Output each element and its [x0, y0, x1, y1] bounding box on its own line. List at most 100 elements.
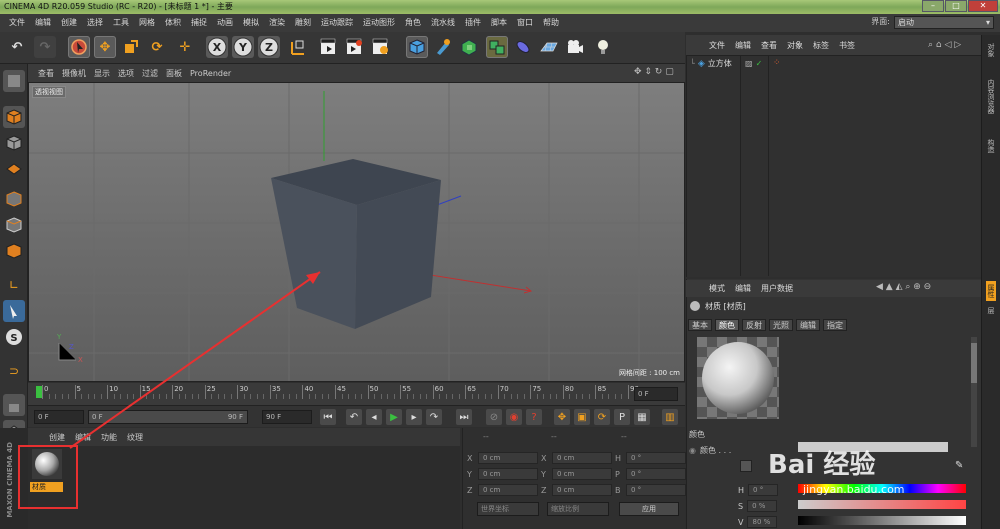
- frame-range-slider[interactable]: 0 F 90 F: [88, 410, 248, 424]
- attribute-menu-item[interactable]: 模式: [704, 283, 730, 294]
- viewport-nav-icons[interactable]: ✥ ⇕ ↻ ▢: [634, 67, 674, 77]
- menu-item[interactable]: 窗口: [512, 14, 538, 32]
- lock-workplane-icon[interactable]: [3, 394, 25, 416]
- play-icon[interactable]: ▶: [386, 409, 402, 425]
- attribute-menu-item[interactable]: 编辑: [730, 283, 756, 294]
- maximize-button[interactable]: □: [945, 0, 967, 12]
- key-rotate-icon[interactable]: ⟳: [594, 409, 610, 425]
- attribute-tab[interactable]: 颜色: [715, 319, 739, 331]
- attribute-tab[interactable]: 指定: [823, 319, 847, 331]
- magnet-icon[interactable]: ⊃: [3, 360, 25, 382]
- object-flags[interactable]: ▨ ✓: [745, 59, 762, 68]
- viewport-menu-item[interactable]: 选项: [114, 68, 138, 79]
- menu-item[interactable]: 帮助: [538, 14, 564, 32]
- pos-x-field[interactable]: 0 cm: [478, 452, 538, 464]
- tweak-mode-icon[interactable]: [3, 300, 25, 322]
- scale-icon[interactable]: [120, 36, 142, 58]
- model-mode-icon[interactable]: [3, 106, 25, 128]
- points-mode-icon[interactable]: [3, 188, 25, 210]
- coord-scale-select[interactable]: 缩放比例: [547, 502, 609, 516]
- key-pla-icon[interactable]: ▦: [634, 409, 650, 425]
- goto-start-icon[interactable]: ⏮: [320, 409, 336, 425]
- texture-mode-icon[interactable]: [3, 132, 25, 154]
- menu-item[interactable]: 文件: [4, 14, 30, 32]
- auto-key-icon[interactable]: ?: [526, 409, 542, 425]
- size-z-field[interactable]: 0 cm: [552, 484, 612, 496]
- menu-item[interactable]: 选择: [82, 14, 108, 32]
- render-view-icon[interactable]: [318, 36, 340, 58]
- menu-item[interactable]: 动画: [212, 14, 238, 32]
- menu-item[interactable]: 脚本: [486, 14, 512, 32]
- object-menu-item[interactable]: 书签: [834, 40, 860, 51]
- pen-icon[interactable]: [432, 36, 454, 58]
- saturation-slider[interactable]: [798, 500, 966, 509]
- attribute-tab[interactable]: 反射: [742, 319, 766, 331]
- layout-select[interactable]: 启动 ▾: [894, 16, 994, 29]
- subdivision-icon[interactable]: [458, 36, 480, 58]
- pos-y-field[interactable]: 0 cm: [478, 468, 538, 480]
- key-scale-icon[interactable]: ▣: [574, 409, 590, 425]
- object-menu-item[interactable]: 查看: [756, 40, 782, 51]
- phong-tag-icon[interactable]: ⁘: [773, 58, 781, 68]
- material-menu-item[interactable]: 创建: [44, 432, 70, 443]
- timeline[interactable]: 051015202530354045505560657075808590 0 F: [28, 383, 685, 405]
- viewport-menu-item[interactable]: 查看: [34, 68, 58, 79]
- attribute-menu-item[interactable]: 用户数据: [756, 283, 798, 294]
- edges-mode-icon[interactable]: [3, 214, 25, 236]
- pos-z-field[interactable]: 0 cm: [478, 484, 538, 496]
- enabled-check-icon[interactable]: ✓: [756, 59, 763, 68]
- key-move-icon[interactable]: ✥: [554, 409, 570, 425]
- snap-icon[interactable]: S: [3, 326, 25, 348]
- deformer-icon[interactable]: [512, 36, 534, 58]
- menu-item[interactable]: 运动跟踪: [316, 14, 358, 32]
- viewport-menu-item[interactable]: ProRender: [186, 69, 235, 78]
- z-axis-icon[interactable]: Z: [258, 36, 280, 58]
- h-field[interactable]: 0 °: [748, 484, 779, 496]
- radio-icon[interactable]: ◉: [689, 446, 696, 455]
- polygons-mode-icon[interactable]: [3, 240, 25, 262]
- value-slider[interactable]: [798, 516, 966, 525]
- menu-item[interactable]: 编辑: [30, 14, 56, 32]
- viewport-menu-item[interactable]: 过滤: [138, 68, 162, 79]
- light-icon[interactable]: [592, 36, 614, 58]
- minimize-button[interactable]: –: [922, 0, 944, 12]
- make-editable-icon[interactable]: [3, 70, 25, 92]
- camera-icon[interactable]: [564, 36, 586, 58]
- menu-item[interactable]: 体积: [160, 14, 186, 32]
- current-frame-field[interactable]: 0 F: [634, 387, 678, 401]
- menu-item[interactable]: 流水线: [426, 14, 460, 32]
- key-param-icon[interactable]: P: [614, 409, 630, 425]
- menu-item[interactable]: 工具: [108, 14, 134, 32]
- prev-frame-icon[interactable]: ◂: [366, 409, 382, 425]
- attribute-nav-icons[interactable]: ◀ ▲ ◭ ⌕ ⊕ ⊖: [876, 282, 931, 292]
- layer-icon[interactable]: ▨: [745, 59, 753, 68]
- goto-end-icon[interactable]: ⏭: [456, 409, 472, 425]
- y-axis-icon[interactable]: Y: [232, 36, 254, 58]
- menu-item[interactable]: 雕刻: [290, 14, 316, 32]
- timeline-window-icon[interactable]: ▥: [662, 409, 678, 425]
- menu-item[interactable]: 运动图形: [358, 14, 400, 32]
- floor-icon[interactable]: [538, 36, 560, 58]
- array-icon[interactable]: [486, 36, 508, 58]
- coord-mode-select[interactable]: 世界坐标: [477, 502, 539, 516]
- menu-item[interactable]: 渲染: [264, 14, 290, 32]
- record-off-icon[interactable]: ⊘: [486, 409, 502, 425]
- axis-mode-icon[interactable]: ∟: [3, 274, 25, 296]
- material-thumbnail[interactable]: [32, 449, 62, 481]
- menu-item[interactable]: 创建: [56, 14, 82, 32]
- render-settings-icon[interactable]: [370, 36, 392, 58]
- viewport-menu-item[interactable]: 摄像机: [58, 68, 90, 79]
- attribute-scrollbar[interactable]: [971, 337, 977, 447]
- start-frame-field[interactable]: 0 F: [34, 410, 84, 424]
- object-menu-item[interactable]: 编辑: [730, 40, 756, 51]
- s-field[interactable]: 0 %: [747, 500, 778, 512]
- apply-button[interactable]: 应用: [619, 502, 679, 516]
- attribute-tab[interactable]: 光照: [769, 319, 793, 331]
- rotate-icon[interactable]: ⟳: [146, 36, 168, 58]
- render-pictureviewer-icon[interactable]: [344, 36, 366, 58]
- next-key-icon[interactable]: ↷: [426, 409, 442, 425]
- cube-icon[interactable]: [406, 36, 428, 58]
- undo-icon[interactable]: ↶: [6, 36, 28, 58]
- color-mode-icon[interactable]: [740, 460, 752, 472]
- object-menu-item[interactable]: 标签: [808, 40, 834, 51]
